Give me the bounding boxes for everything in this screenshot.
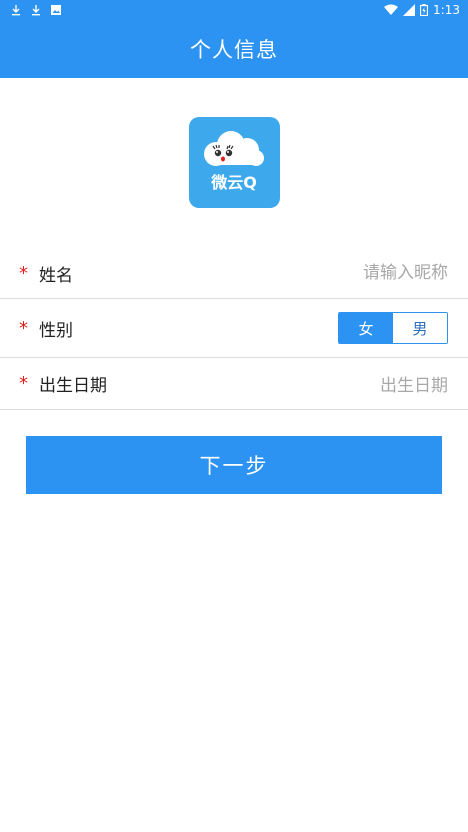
name-label: 姓名 (39, 265, 73, 286)
cloud-face-icon: 微云Q (204, 131, 264, 192)
battery-icon (420, 4, 429, 16)
wifi-icon (384, 4, 399, 15)
logo-text: 微云Q (210, 173, 257, 192)
nickname-input[interactable] (228, 263, 448, 283)
status-time: 1:13 (433, 3, 460, 17)
download-icon (12, 5, 20, 16)
app-logo: 微云Q (189, 117, 280, 208)
gender-label: 性别 (39, 320, 73, 341)
page-title: 个人信息 (190, 38, 278, 62)
required-mark: * (19, 373, 28, 394)
status-bar: 1:13 (0, 0, 468, 20)
gender-segmented-control: 女 男 (338, 312, 448, 344)
required-mark: * (19, 317, 28, 339)
status-bar-right: 1:13 (384, 3, 460, 17)
signal-icon (403, 4, 416, 16)
birthday-row[interactable]: * 出生日期 出生日期 (0, 358, 468, 410)
birthday-label: 出生日期 (39, 376, 107, 396)
download-icon (32, 5, 40, 16)
birthday-picker[interactable]: 出生日期 (380, 371, 448, 396)
gender-male-button[interactable]: 男 (393, 313, 447, 343)
image-icon (51, 5, 61, 15)
app-bar: 个人信息 (0, 20, 468, 78)
name-row: * 姓名 (0, 248, 468, 299)
gender-female-button[interactable]: 女 (339, 313, 393, 343)
gender-row: * 性别 女 男 (0, 299, 468, 358)
required-mark: * (19, 262, 28, 284)
next-button[interactable]: 下一步 (26, 436, 442, 494)
status-bar-left (10, 4, 62, 16)
